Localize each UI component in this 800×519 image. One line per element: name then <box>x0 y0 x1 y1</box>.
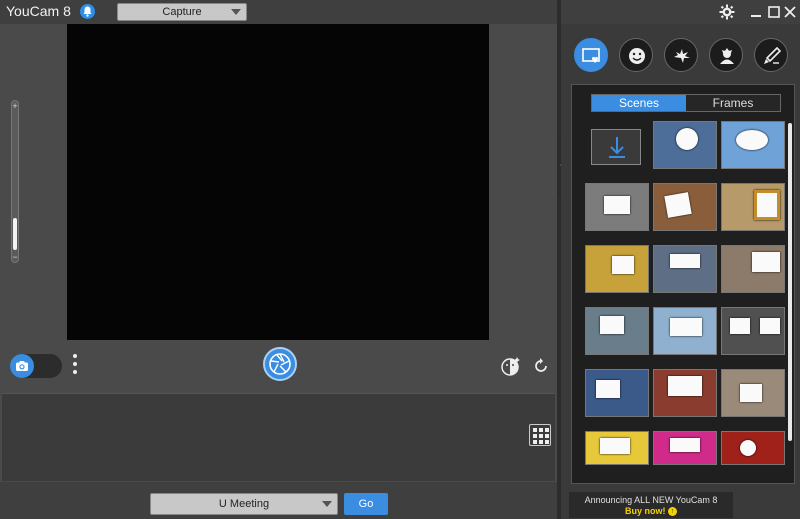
title-bar: YouCam 8 Capture <box>0 0 800 24</box>
scene-thumbnail[interactable] <box>653 431 717 465</box>
promo-cta[interactable]: Buy now! ↑ <box>569 506 733 517</box>
promo-headline: Announcing ALL NEW YouCam 8 <box>584 495 718 505</box>
scene-thumbnail[interactable] <box>653 307 717 355</box>
app-title: YouCam 8 <box>6 3 71 19</box>
emoji-tool[interactable] <box>619 38 653 72</box>
scene-thumbnail[interactable] <box>721 431 785 465</box>
scene-thumbnail[interactable] <box>721 307 785 355</box>
avatar-tool[interactable] <box>709 38 743 72</box>
avatar-icon <box>720 48 734 64</box>
scene-thumbnail[interactable] <box>585 183 649 231</box>
scene-thumbnail[interactable] <box>721 183 785 231</box>
camera-icon <box>10 354 34 378</box>
mode-select[interactable]: Capture <box>117 3 247 21</box>
media-gallery <box>2 393 555 481</box>
tab-scenes[interactable]: Scenes <box>592 95 686 111</box>
tab-frames[interactable]: Frames <box>686 95 780 111</box>
scene-frame-tool[interactable] <box>574 38 608 72</box>
scene-thumbnail[interactable] <box>653 369 717 417</box>
aperture-icon <box>269 353 291 375</box>
gear-icon[interactable] <box>719 4 735 20</box>
scene-thumbnail[interactable] <box>585 245 649 293</box>
meeting-app-value: U Meeting <box>218 498 270 510</box>
promo-banner[interactable]: Announcing ALL NEW YouCam 8 Buy now! ↑ <box>569 492 733 518</box>
scrollbar-thumb[interactable] <box>788 123 792 441</box>
scene-thumbnail[interactable] <box>585 307 649 355</box>
rotate-icon[interactable] <box>532 357 550 375</box>
zoom-in-label: + <box>12 101 18 111</box>
meeting-app-select[interactable]: U Meeting <box>150 493 338 515</box>
smiley-icon <box>629 48 645 64</box>
scenes-frames-panel: Scenes Frames <box>571 84 795 484</box>
zoom-out-label: − <box>12 252 18 262</box>
brush-tool[interactable] <box>754 38 788 72</box>
download-icon <box>609 137 625 158</box>
scene-thumbnail[interactable] <box>721 121 785 169</box>
scene-frame-icon <box>582 48 600 63</box>
scene-thumbnail[interactable] <box>585 369 649 417</box>
close-icon[interactable] <box>782 4 798 20</box>
photo-video-toggle[interactable] <box>10 354 62 378</box>
capture-controls <box>0 340 557 392</box>
scene-thumbnail[interactable] <box>653 245 717 293</box>
particle-icon <box>674 49 690 63</box>
face-effect-icon[interactable] <box>500 355 522 377</box>
camera-preview <box>67 24 489 340</box>
mode-select-value: Capture <box>162 6 202 18</box>
chevron-down-icon <box>231 9 241 15</box>
scene-thumbnail[interactable] <box>653 121 717 169</box>
bottom-bar: U Meeting Go <box>0 482 557 519</box>
chevron-down-icon <box>322 501 332 507</box>
grid-icon[interactable] <box>529 424 551 446</box>
scenes-frames-tabs: Scenes Frames <box>591 94 781 112</box>
arrow-up-icon: ↑ <box>668 507 677 517</box>
scene-thumbnail[interactable] <box>653 183 717 231</box>
youcam-window: YouCam 8 Capture + − U Meeting Go Scenes… <box>0 0 800 519</box>
zoom-slider[interactable]: + − <box>11 100 19 263</box>
effects-panel: Scenes Frames <box>561 24 800 519</box>
vertical-dots-icon[interactable] <box>72 352 78 380</box>
download-more-button[interactable] <box>591 129 641 165</box>
scene-thumbnail[interactable] <box>721 369 785 417</box>
zoom-level-fill <box>13 218 17 250</box>
bell-icon[interactable] <box>80 4 95 19</box>
maximize-icon[interactable] <box>766 4 782 20</box>
go-button[interactable]: Go <box>344 493 388 515</box>
shutter-button[interactable] <box>263 347 297 381</box>
scene-thumbnail[interactable] <box>585 431 649 465</box>
particle-tool[interactable] <box>664 38 698 72</box>
minimize-icon[interactable] <box>748 4 764 20</box>
promo-cta-label: Buy now! <box>624 506 666 516</box>
scene-thumbnail[interactable] <box>721 245 785 293</box>
brush-icon <box>764 46 782 64</box>
thumbnail-scrollbar[interactable] <box>788 123 792 478</box>
